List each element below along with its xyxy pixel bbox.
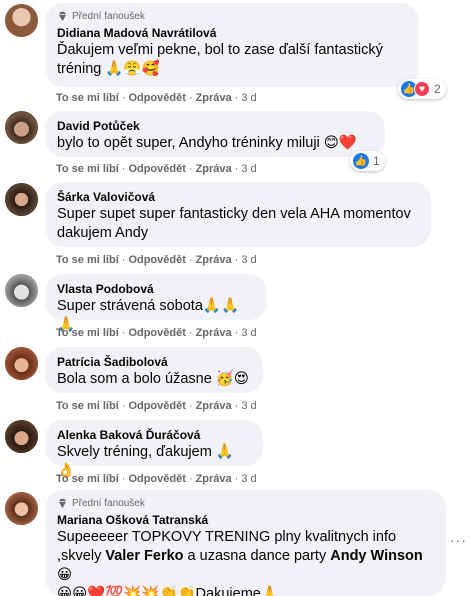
avatar[interactable] xyxy=(5,492,38,525)
comment-author[interactable]: Šárka Valovičová xyxy=(57,189,419,205)
timestamp[interactable]: 3 d xyxy=(241,400,256,412)
diamond-icon xyxy=(58,498,67,509)
timestamp[interactable]: 3 d xyxy=(241,163,256,175)
diamond-icon xyxy=(58,11,67,22)
reaction-summary[interactable]: 👍 1 xyxy=(350,151,385,171)
comment-bubble: Přední fanoušek Mariana Ošková Tatranská… xyxy=(45,490,446,596)
reply-link[interactable]: Odpovědět xyxy=(128,163,185,175)
like-link[interactable]: To se mi líbí xyxy=(56,327,119,339)
message-link[interactable]: Zpráva xyxy=(196,400,232,412)
comment-text: bylo to opět super, Andyho tréninky milu… xyxy=(57,135,357,151)
reply-link[interactable]: Odpovědět xyxy=(128,327,185,339)
like-link[interactable]: To se mi líbí xyxy=(56,92,119,104)
comment-bubble: Vlasta Podobová Super strávená sobota🙏🙏🙏 xyxy=(45,274,267,333)
avatar[interactable] xyxy=(5,4,38,37)
comment-text: Super supet super fantasticky den vela A… xyxy=(57,206,411,222)
avatar[interactable] xyxy=(5,420,38,453)
avatar[interactable] xyxy=(5,183,38,216)
avatar[interactable] xyxy=(5,347,38,380)
message-link[interactable]: Zpráva xyxy=(196,92,232,104)
reaction-count: 2 xyxy=(434,82,441,96)
reply-link[interactable]: Odpovědět xyxy=(128,400,185,412)
message-link[interactable]: Zpráva xyxy=(196,163,232,175)
comment-text: dakujem Andy xyxy=(57,225,149,241)
comment-bubble: Patrícia Šadibolová Bola som a bolo úžas… xyxy=(45,347,263,393)
comment-actions: To se mi líbí · Odpovědět · Zpráva · 3 d xyxy=(56,473,257,485)
top-fan-badge: Přední fanoušek xyxy=(57,10,407,23)
love-icon: ♥ xyxy=(414,81,430,97)
top-fan-badge: Přední fanoušek xyxy=(57,497,434,510)
reaction-summary[interactable]: 👍 ♥ 2 xyxy=(398,79,446,99)
comment-bubble: Šárka Valovičová Super supet super fanta… xyxy=(45,182,431,247)
message-link[interactable]: Zpráva xyxy=(196,327,232,339)
reply-link[interactable]: Odpovědět xyxy=(128,473,185,485)
reaction-count: 1 xyxy=(373,154,380,168)
comment-author[interactable]: Alenka Baková Ďuráčová xyxy=(57,427,251,443)
comment-bubble: David Potůček bylo to opět super, Andyho… xyxy=(45,111,385,157)
comment-author[interactable]: Didiana Madová Navrátilová xyxy=(57,25,407,41)
timestamp[interactable]: 3 d xyxy=(241,254,256,266)
like-link[interactable]: To se mi líbí xyxy=(56,163,119,175)
comment-actions: To se mi líbí · Odpovědět · Zpráva · 3 d xyxy=(56,327,257,339)
avatar[interactable] xyxy=(5,111,38,144)
comment-text: 😀😀❤️💯💥💥👏👏Dakujeme🙏 xyxy=(57,586,279,596)
mention-link[interactable]: Andy Winson xyxy=(330,548,423,564)
badge-label: Přední fanoušek xyxy=(72,498,145,509)
comment-actions: To se mi líbí · Odpovědět · Zpráva · 3 d xyxy=(56,400,257,412)
reply-link[interactable]: Odpovědět xyxy=(128,254,185,266)
comment-text: Supeeeeer TOPKOVY TRENING plny kvalitnyc… xyxy=(57,529,397,545)
comment-text: Bola som a bolo úžasne 🥳😍 xyxy=(57,371,249,387)
comment-text: Ďakujem veľmi pekne, bol to zase ďalší f… xyxy=(57,42,383,58)
comment-actions: To se mi líbí · Odpovědět · Zpráva · 3 d xyxy=(56,163,257,175)
comment-author[interactable]: David Potůček xyxy=(57,118,373,134)
timestamp[interactable]: 3 d xyxy=(241,92,256,104)
message-link[interactable]: Zpráva xyxy=(196,254,232,266)
mention-link[interactable]: Valer Ferko xyxy=(105,548,183,564)
like-icon: 👍 xyxy=(353,153,369,169)
comment-bubble: Alenka Baková Ďuráčová Skvely tréning, ď… xyxy=(45,420,263,479)
reply-link[interactable]: Odpovědět xyxy=(128,92,185,104)
comment-text: tréning 🙏😤🥰 xyxy=(57,61,160,77)
like-link[interactable]: To se mi líbí xyxy=(56,400,119,412)
comment-author[interactable]: Vlasta Podobová xyxy=(57,281,255,297)
comment-text: ,skvely Valer Ferko a uzasna dance party… xyxy=(57,548,423,583)
timestamp[interactable]: 3 d xyxy=(241,473,256,485)
comment-author[interactable]: Mariana Ošková Tatranská xyxy=(57,512,434,528)
comment-bubble: Přední fanoušek Didiana Madová Navrátilo… xyxy=(45,3,419,87)
comment-actions: To se mi líbí · Odpovědět · Zpráva · 3 d xyxy=(56,92,257,104)
like-link[interactable]: To se mi líbí xyxy=(56,254,119,266)
like-link[interactable]: To se mi líbí xyxy=(56,473,119,485)
more-options-icon[interactable]: ··· xyxy=(450,532,467,548)
comment-actions: To se mi líbí · Odpovědět · Zpráva · 3 d xyxy=(56,254,257,266)
badge-label: Přední fanoušek xyxy=(72,11,145,22)
avatar[interactable] xyxy=(5,274,38,307)
message-link[interactable]: Zpráva xyxy=(196,473,232,485)
timestamp[interactable]: 3 d xyxy=(241,327,256,339)
comment-author[interactable]: Patrícia Šadibolová xyxy=(57,354,251,370)
